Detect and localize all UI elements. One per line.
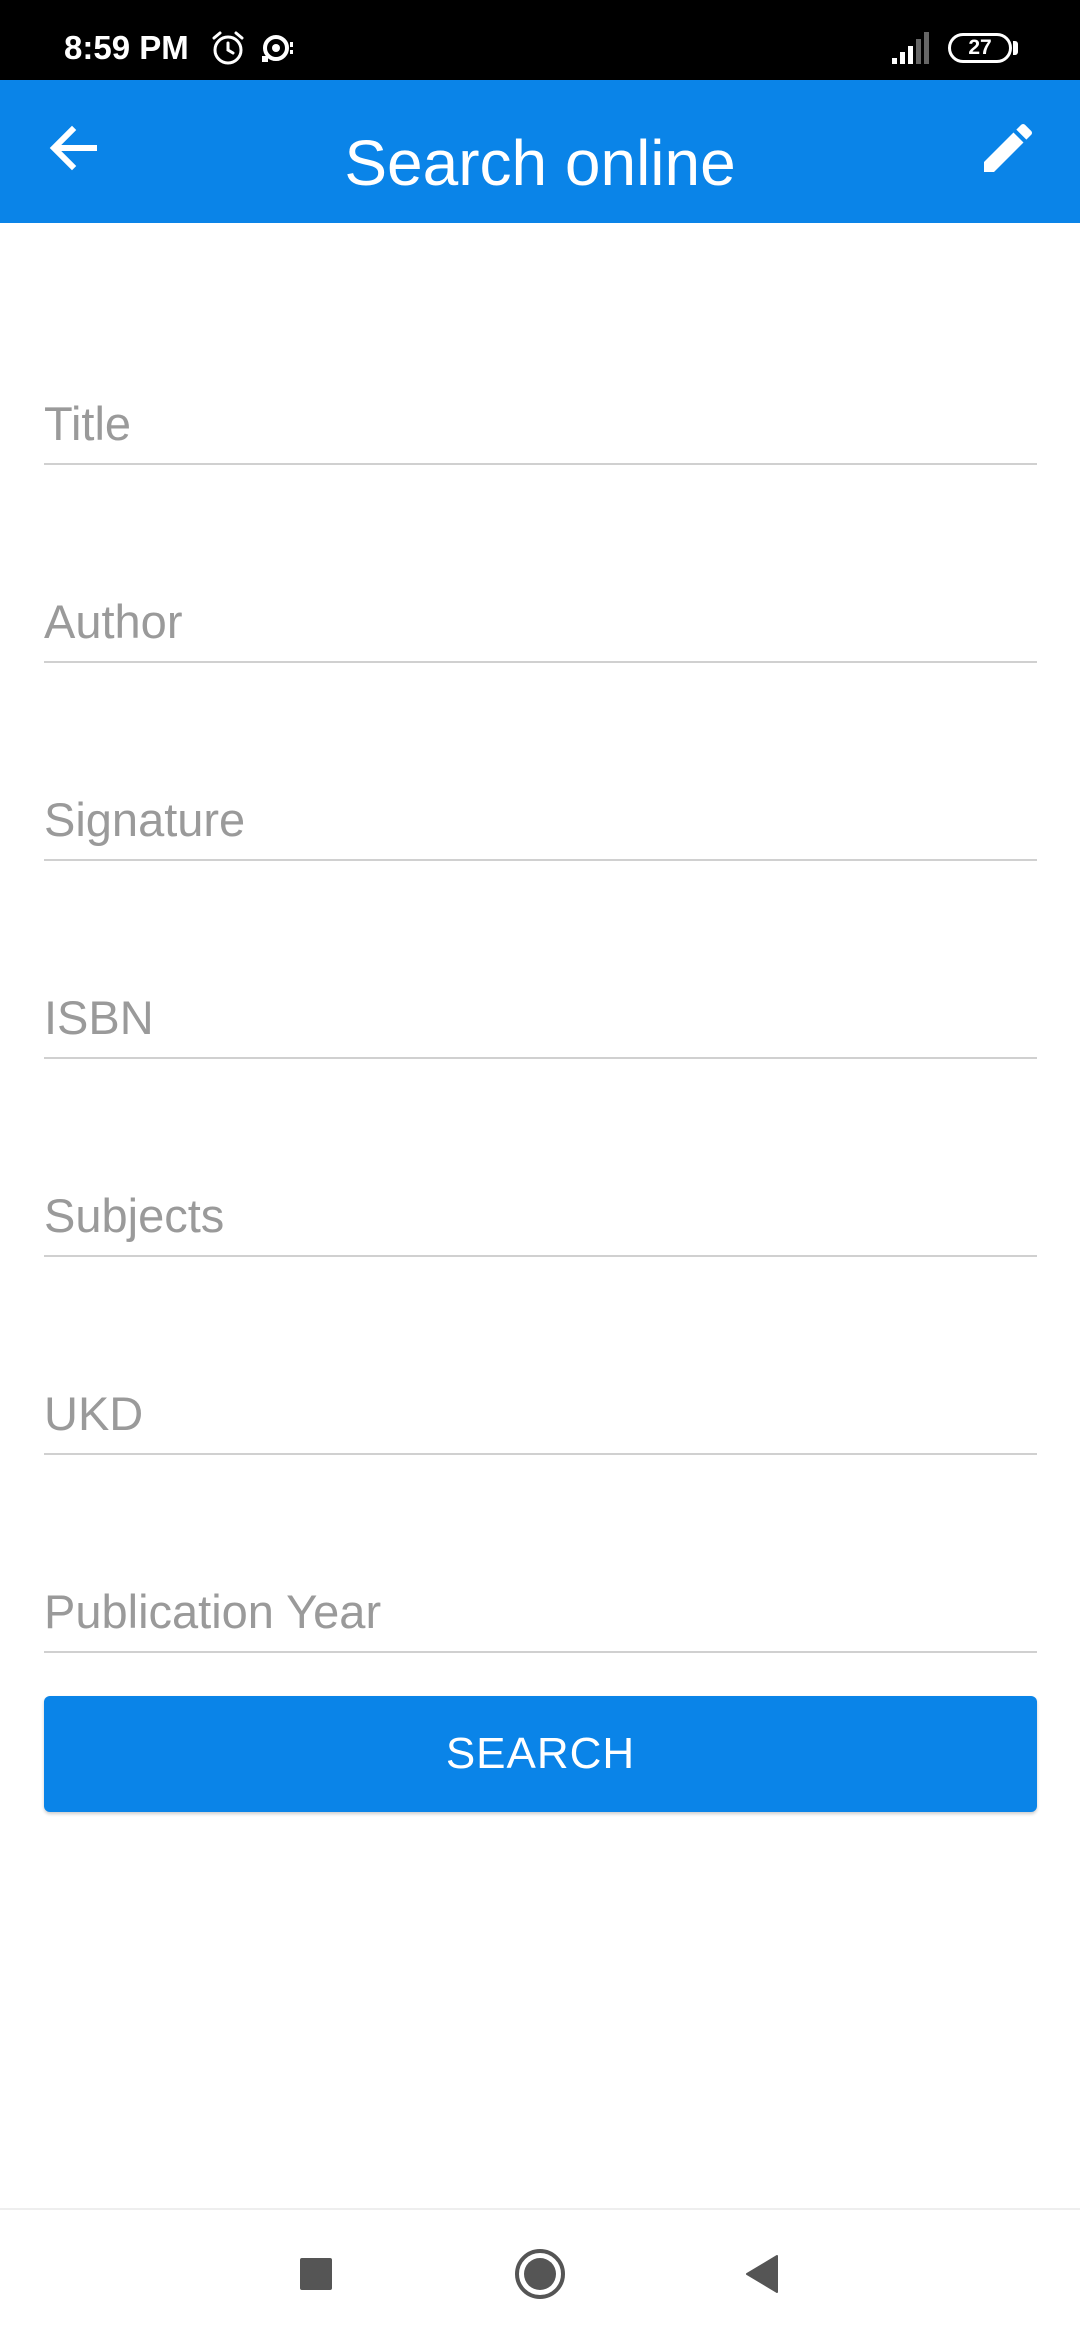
recents-button[interactable] xyxy=(286,2246,346,2306)
screen: 8:59 PM 27 Search online Title Author Si… xyxy=(0,0,1080,2340)
alarm-icon xyxy=(208,28,248,68)
home-button[interactable] xyxy=(510,2246,570,2306)
system-back-button[interactable] xyxy=(732,2246,792,2306)
isbn-input[interactable] xyxy=(44,977,1037,1057)
signal-icon xyxy=(890,30,934,66)
navigation-bar xyxy=(0,2208,1080,2340)
subjects-input[interactable] xyxy=(44,1175,1037,1255)
subjects-field xyxy=(44,1137,1037,1257)
isbn-field xyxy=(44,939,1037,1059)
signature-input[interactable] xyxy=(44,779,1037,859)
author-underline xyxy=(44,661,1037,663)
publication-year-input[interactable] xyxy=(44,1571,1037,1651)
status-bar: 8:59 PM 27 xyxy=(0,0,1080,80)
publication-year-underline xyxy=(44,1651,1037,1653)
signature-underline xyxy=(44,859,1037,861)
page-title: Search online xyxy=(344,127,736,199)
author-field xyxy=(44,543,1037,663)
home-circle-icon xyxy=(513,2247,567,2306)
recents-square-icon xyxy=(299,2257,333,2296)
ukd-underline xyxy=(44,1453,1037,1455)
battery-icon: 27 xyxy=(948,33,1012,63)
app-bar: Search online xyxy=(0,80,1080,223)
subjects-underline xyxy=(44,1255,1037,1257)
battery-tip xyxy=(1013,41,1018,55)
ukd-field xyxy=(44,1335,1037,1455)
status-time: 8:59 PM xyxy=(64,29,189,66)
edit-button[interactable] xyxy=(960,102,1056,198)
publication-year-field xyxy=(44,1533,1037,1653)
author-input[interactable] xyxy=(44,581,1037,661)
isbn-underline xyxy=(44,1057,1037,1059)
pencil-icon xyxy=(976,116,1040,185)
sync-icon xyxy=(258,28,298,68)
title-input[interactable] xyxy=(44,383,1037,463)
ukd-input[interactable] xyxy=(44,1373,1037,1453)
title-underline xyxy=(44,463,1037,465)
back-triangle-icon xyxy=(743,2254,781,2299)
search-button[interactable]: SEARCH xyxy=(44,1696,1037,1812)
title-field xyxy=(44,345,1037,465)
signature-field xyxy=(44,741,1037,861)
